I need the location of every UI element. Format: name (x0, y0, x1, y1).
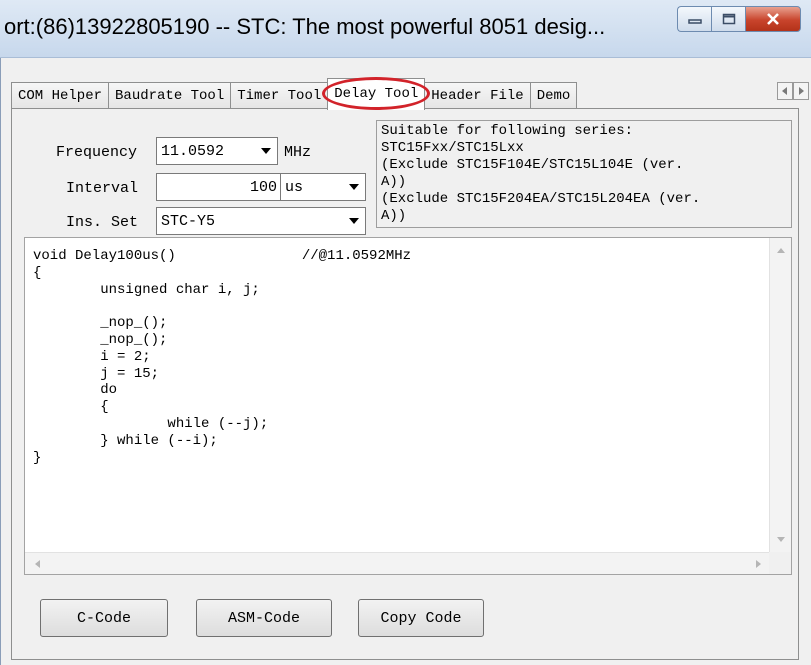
close-button[interactable] (745, 6, 801, 32)
tab-scroll-left-button[interactable] (777, 82, 793, 100)
ins-set-value: STC-Y5 (161, 212, 216, 230)
ins-set-select[interactable]: STC-Y5 (156, 207, 366, 235)
code-text: void Delay100us() //@11.0592MHz{ unsigne… (33, 248, 411, 466)
chevron-down-icon (349, 184, 359, 190)
delay-tool-panel: Frequency 11.0592 MHz Interval 100 us In… (11, 108, 799, 660)
window-controls (677, 6, 801, 34)
frequency-unit: MHz (284, 144, 312, 161)
code-line: unsigned char i, j; (33, 281, 260, 298)
code-line: { (33, 399, 109, 416)
vertical-scrollbar[interactable] (769, 238, 791, 552)
code-line: } while (--i); (33, 432, 218, 449)
chevron-down-icon (261, 148, 271, 154)
close-icon (767, 13, 779, 25)
interval-unit-value: us (285, 178, 304, 196)
code-line: j = 15; (33, 365, 160, 382)
scroll-down-icon (777, 537, 785, 542)
ins-set-label: Ins. Set (66, 214, 139, 231)
copy-code-button[interactable]: Copy Code (358, 599, 484, 637)
code-line: while (--j); (33, 415, 269, 432)
tab-scroll-buttons (777, 82, 809, 100)
tab-com-helper[interactable]: COM Helper (11, 82, 110, 110)
frequency-value: 11.0592 (161, 142, 225, 160)
window-title: ort:(86)13922805190 -- STC: The most pow… (4, 14, 606, 39)
asm-code-button[interactable]: ASM-Code (196, 599, 332, 637)
series-info-line: STC15Fxx/STC15Lxx (381, 140, 524, 156)
code-line: i = 2; (33, 348, 151, 365)
series-info-line: A)) (381, 174, 407, 190)
minimize-icon (687, 19, 702, 24)
tab-scroll-right-button[interactable] (793, 82, 809, 100)
interval-value: 100 (249, 178, 277, 196)
series-info-line: Suitable for following series: (381, 123, 634, 139)
frequency-label: Frequency (56, 144, 138, 161)
code-output[interactable]: void Delay100us() //@11.0592MHz{ unsigne… (24, 237, 792, 575)
code-line (33, 298, 411, 315)
series-info-line: (Exclude STC15F204EA/STC15L204EA (ver. (381, 191, 701, 207)
code-line: } (33, 449, 42, 466)
scroll-right-icon (756, 560, 761, 568)
highlight-circle (322, 77, 431, 110)
tab-strip: COM Helper Baudrate Tool Timer Tool Dela… (11, 76, 781, 110)
maximize-button[interactable] (711, 6, 745, 32)
series-info-box: Suitable for following series: STC15Fxx/… (376, 120, 792, 228)
c-code-button[interactable]: C-Code (40, 599, 168, 637)
horizontal-scrollbar[interactable] (25, 552, 771, 574)
interval-input[interactable]: 100 (156, 173, 282, 201)
code-line: { (33, 264, 42, 281)
tab-delay-tool[interactable]: Delay Tool (322, 77, 431, 110)
series-info-line: A)) (381, 208, 407, 224)
tab-timer-tool[interactable]: Timer Tool (230, 82, 329, 110)
chevron-down-icon (349, 218, 359, 224)
code-line: _nop_(); (33, 331, 168, 348)
code-line: void Delay100us() //@11.0592MHz (33, 248, 412, 264)
interval-label: Interval (66, 180, 139, 197)
tab-baudrate-tool[interactable]: Baudrate Tool (108, 82, 232, 110)
title-bar: ort:(86)13922805190 -- STC: The most pow… (0, 0, 811, 58)
scroll-up-icon (777, 248, 785, 253)
tab-header-file[interactable]: Header File (424, 82, 531, 110)
scroll-corner (769, 552, 791, 574)
code-line: _nop_(); (33, 315, 168, 332)
frequency-select[interactable]: 11.0592 (156, 137, 278, 165)
arrow-left-icon (782, 87, 787, 95)
tab-demo[interactable]: Demo (529, 82, 578, 110)
maximize-icon (722, 13, 735, 25)
minimize-button[interactable] (677, 6, 711, 32)
arrow-right-icon (799, 87, 804, 95)
interval-unit-select[interactable]: us (280, 173, 366, 201)
scroll-left-icon (35, 560, 40, 568)
code-line: do (33, 382, 118, 399)
client-area: COM Helper Baudrate Tool Timer Tool Dela… (0, 58, 811, 665)
series-info-line: (Exclude STC15F104E/STC15L104E (ver. (381, 157, 684, 173)
